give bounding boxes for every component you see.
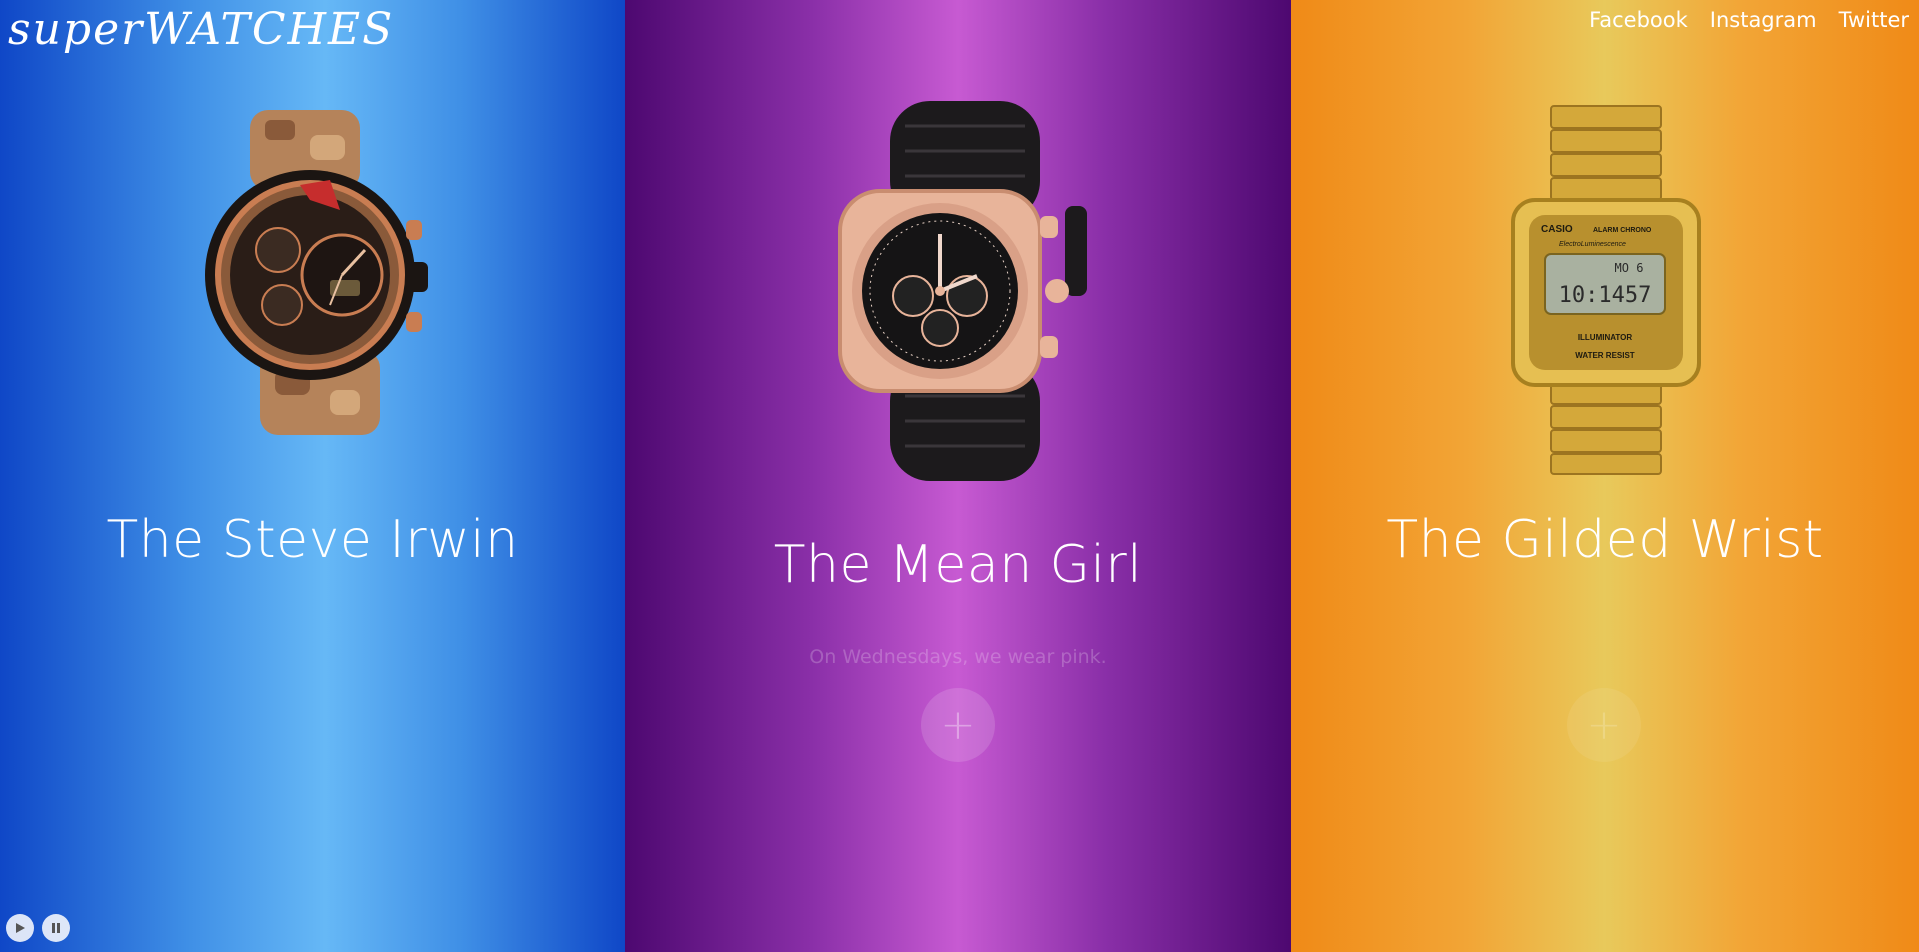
- social-nav: Facebook Instagram Twitter: [1589, 8, 1909, 32]
- product-panel-mean-girl[interactable]: The Mean Girl On Wednesdays, we wear pin…: [625, 0, 1291, 952]
- site-logo[interactable]: superWATCHES: [8, 4, 394, 55]
- expand-plus-button[interactable]: +: [1567, 688, 1641, 762]
- instagram-link[interactable]: Instagram: [1710, 8, 1817, 32]
- casio-time: 10:1457: [1559, 283, 1652, 308]
- product-title: The Steve Irwin: [106, 510, 519, 570]
- media-controls: [6, 914, 70, 942]
- product-title: The Mean Girl: [773, 535, 1143, 595]
- play-icon: [16, 923, 25, 933]
- casio-illum: ILLUMINATOR: [1578, 333, 1633, 342]
- twitter-link[interactable]: Twitter: [1839, 8, 1909, 32]
- facebook-link[interactable]: Facebook: [1589, 8, 1688, 32]
- casio-line1: ALARM CHRONO: [1593, 227, 1652, 234]
- camo-watch-icon: [205, 110, 428, 435]
- casio-day: MO 6: [1615, 261, 1644, 275]
- expand-plus-button[interactable]: +: [921, 688, 995, 762]
- product-panel-gilded-wrist[interactable]: CASIO ALARM CHRONO ElectroLuminescence M…: [1291, 0, 1919, 952]
- casio-water: WATER RESIST: [1575, 351, 1635, 360]
- product-title: The Gilded Wrist: [1386, 510, 1824, 570]
- casio-digital-watch-icon: CASIO ALARM CHRONO ElectroLuminescence M…: [1511, 105, 1701, 475]
- casio-brand: CASIO: [1541, 224, 1573, 235]
- pause-icon: [52, 923, 60, 933]
- chronograph-watch-icon: [838, 101, 1087, 481]
- pause-button[interactable]: [42, 914, 70, 942]
- casio-line2: ElectroLuminescence: [1559, 241, 1626, 248]
- play-button[interactable]: [6, 914, 34, 942]
- product-tagline: On Wednesdays, we wear pink.: [809, 646, 1107, 668]
- product-panel-steve-irwin[interactable]: The Steve Irwin: [0, 0, 625, 952]
